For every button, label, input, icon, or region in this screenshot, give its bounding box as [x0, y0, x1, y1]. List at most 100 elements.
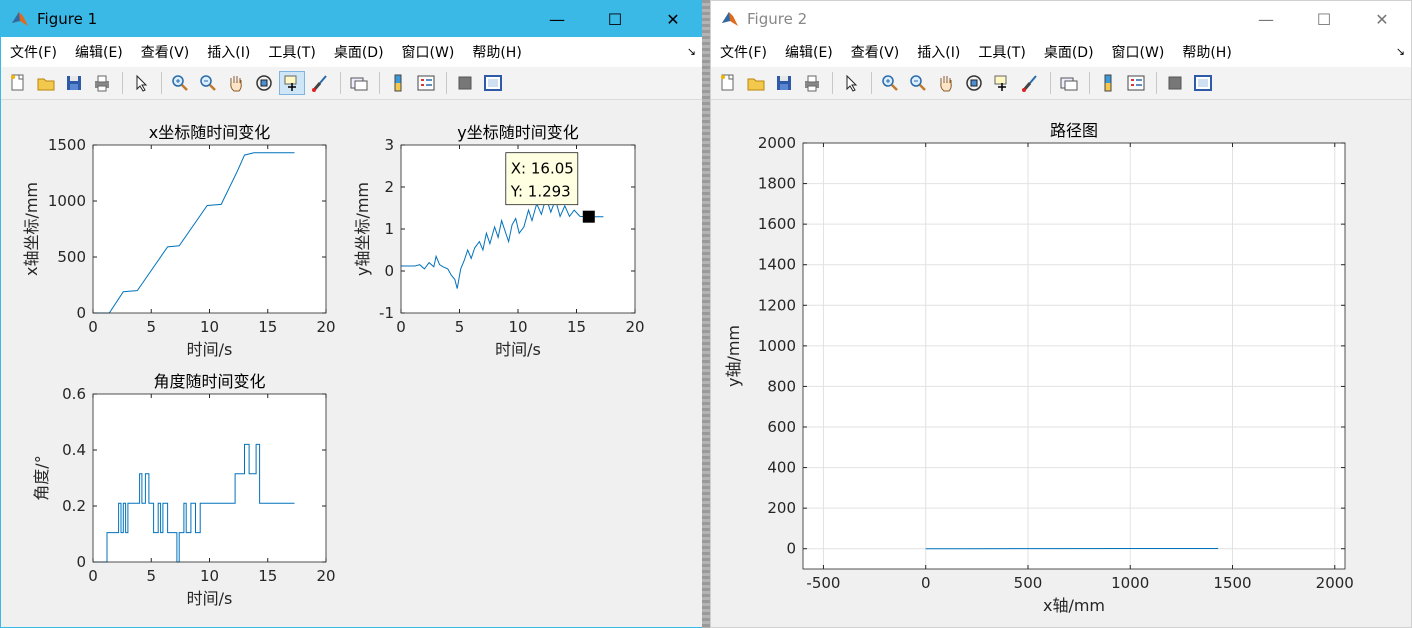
toolbar-separator [379, 72, 380, 94]
figure-2-window[interactable]: Figure 2 — ☐ ✕ 文件(F) 编辑(E) 查看(V) 插入(I) 工… [710, 0, 1412, 628]
figure-toolbar [711, 67, 1411, 100]
close-button[interactable]: ✕ [644, 1, 702, 37]
menu-view[interactable]: 查看(V) [132, 42, 199, 62]
zoom-out-icon[interactable] [195, 71, 221, 95]
x-tick-label: 500 [1014, 574, 1043, 592]
close-button[interactable]: ✕ [1353, 1, 1411, 37]
x-tick-label: 15 [258, 567, 277, 585]
menu-desktop[interactable]: 桌面(D) [1035, 42, 1103, 62]
menu-help[interactable]: 帮助(H) [463, 42, 530, 62]
toolbar-separator [122, 72, 123, 94]
toolbar-separator [832, 72, 833, 94]
menu-desktop[interactable]: 桌面(D) [325, 42, 393, 62]
x-tick-label: 5 [146, 567, 156, 585]
y-axis-label: y轴/mm [724, 325, 743, 387]
save-icon[interactable] [771, 71, 797, 95]
menu-tools[interactable]: 工具(T) [259, 42, 324, 62]
dock-arrow-icon[interactable]: ↘ [1396, 45, 1405, 58]
select-arrow-icon[interactable] [128, 71, 154, 95]
data-tip-x: X: 16.05 [511, 160, 574, 178]
x-tick-label: 5 [455, 318, 465, 336]
show-plot-tools-icon[interactable] [1190, 71, 1216, 95]
menu-view[interactable]: 查看(V) [842, 42, 909, 62]
y-tick-label: 0 [384, 262, 394, 280]
rotate-3d-icon[interactable] [961, 71, 987, 95]
x-tick-label: 20 [625, 318, 644, 336]
save-icon[interactable] [61, 71, 87, 95]
brush-icon[interactable] [1017, 71, 1043, 95]
menu-edit[interactable]: 编辑(E) [776, 42, 842, 62]
menu-tools[interactable]: 工具(T) [969, 42, 1034, 62]
matlab-logo-icon [12, 12, 28, 26]
menu-bar: 文件(F) 编辑(E) 查看(V) 插入(I) 工具(T) 桌面(D) 窗口(W… [711, 37, 1411, 67]
y-tick-label: 1800 [758, 175, 796, 193]
maximize-button[interactable]: ☐ [586, 1, 644, 37]
print-icon[interactable] [799, 71, 825, 95]
open-file-icon[interactable] [33, 71, 59, 95]
minimize-button[interactable]: — [1237, 1, 1295, 37]
select-arrow-icon[interactable] [838, 71, 864, 95]
new-figure-icon[interactable] [715, 71, 741, 95]
hide-plot-tools-icon[interactable] [452, 71, 478, 95]
y-tick-label: 1200 [758, 296, 796, 314]
y-tick-label: 0 [786, 540, 796, 558]
zoom-out-icon[interactable] [905, 71, 931, 95]
figure-2-canvas: -500 0 500 1000 1500 2000 0 200 400 600 800 1000 120… [724, 121, 1354, 615]
minimize-button[interactable]: — [528, 1, 586, 37]
x-tick-label: 1500 [1213, 574, 1251, 592]
zoom-in-icon[interactable] [167, 71, 193, 95]
plot-background [93, 394, 326, 562]
colorbar-icon[interactable] [385, 71, 411, 95]
maximize-button[interactable]: ☐ [1295, 1, 1353, 37]
menu-insert[interactable]: 插入(I) [908, 42, 969, 62]
menu-file[interactable]: 文件(F) [711, 42, 776, 62]
x-tick-label: 0 [88, 567, 98, 585]
menu-window[interactable]: 窗口(W) [1103, 42, 1174, 62]
figure-1-titlebar[interactable]: Figure 1 — ☐ ✕ [1, 1, 702, 37]
dock-arrow-icon[interactable]: ↘ [687, 45, 696, 58]
data-cursor-icon[interactable] [279, 71, 305, 95]
x-axis-label: 时间/s [187, 589, 233, 608]
x-tick-label: 5 [146, 318, 156, 336]
figure-toolbar [1, 67, 702, 100]
chart-axes: -500 0 500 1000 1500 2000 0 200 400 600 800 1000 120… [724, 121, 1354, 615]
menu-window[interactable]: 窗口(W) [393, 42, 464, 62]
print-icon[interactable] [89, 71, 115, 95]
x-tick-label: 1000 [1111, 574, 1149, 592]
zoom-in-icon[interactable] [877, 71, 903, 95]
brush-icon[interactable] [307, 71, 333, 95]
rotate-3d-icon[interactable] [251, 71, 277, 95]
menu-insert[interactable]: 插入(I) [198, 42, 259, 62]
pan-hand-icon[interactable] [223, 71, 249, 95]
y-axis-label: y轴坐标/mm [353, 182, 372, 276]
toolbar-separator [446, 72, 447, 94]
figure-1-window[interactable]: Figure 1 — ☐ ✕ 文件(F) 编辑(E) 查看(V) 插入(I) 工… [0, 0, 703, 628]
pan-hand-icon[interactable] [933, 71, 959, 95]
chart-axes: 0 5 10 15 20 0 500 1000 1500 x坐标随时间变化时间/s x轴坐标/mm [22, 123, 336, 359]
toolbar-separator [871, 72, 872, 94]
open-file-icon[interactable] [743, 71, 769, 95]
link-plot-icon[interactable] [1056, 71, 1082, 95]
chart-title: 角度随时间变化 [153, 372, 265, 391]
menu-help[interactable]: 帮助(H) [1173, 42, 1240, 62]
new-figure-icon[interactable] [5, 71, 31, 95]
hide-plot-tools-icon[interactable] [1162, 71, 1188, 95]
colorbar-icon[interactable] [1095, 71, 1121, 95]
y-tick-label: 0.2 [62, 497, 86, 515]
x-tick-label: 0 [396, 318, 406, 336]
y-tick-label: 0.6 [62, 385, 86, 403]
x-tick-label: 10 [200, 318, 219, 336]
figure-2-titlebar[interactable]: Figure 2 — ☐ ✕ [711, 1, 1411, 37]
menu-edit[interactable]: 编辑(E) [66, 42, 132, 62]
link-plot-icon[interactable] [346, 71, 372, 95]
data-cursor-icon[interactable] [989, 71, 1015, 95]
legend-icon[interactable] [413, 71, 439, 95]
menu-file[interactable]: 文件(F) [1, 42, 66, 62]
y-axis-label: 角度/° [32, 455, 51, 500]
x-axis-label: 时间/s [495, 340, 541, 359]
window-gap [702, 0, 710, 628]
y-tick-label: 1 [384, 220, 394, 238]
legend-icon[interactable] [1123, 71, 1149, 95]
x-tick-label: 15 [258, 318, 277, 336]
show-plot-tools-icon[interactable] [480, 71, 506, 95]
